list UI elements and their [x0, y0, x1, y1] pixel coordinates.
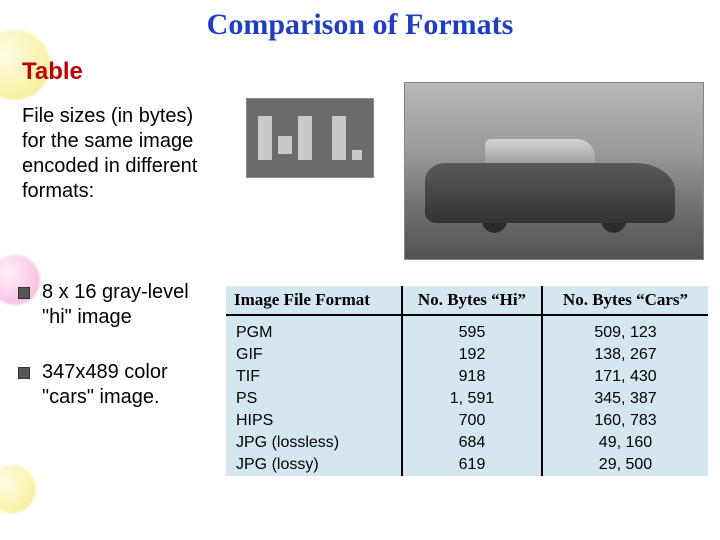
- cell-format: TIF: [226, 366, 402, 388]
- table-row: JPG (lossy) 619 29, 500: [226, 454, 708, 476]
- table-row: PGM 595 509, 123: [226, 315, 708, 344]
- intro-text: File sizes (in bytes) for the same image…: [22, 104, 222, 204]
- cell-hi: 1, 591: [402, 388, 542, 410]
- cell-format: PS: [226, 388, 402, 410]
- cell-cars: 345, 387: [542, 388, 708, 410]
- hi-image-thumbnail: [246, 98, 374, 178]
- formats-table: Image File Format No. Bytes “Hi” No. Byt…: [226, 286, 708, 476]
- cell-format: JPG (lossy): [226, 454, 402, 476]
- table-body: PGM 595 509, 123 GIF 192 138, 267 TIF 91…: [226, 315, 708, 476]
- cell-format: PGM: [226, 315, 402, 344]
- page-title: Comparison of Formats: [0, 8, 720, 42]
- hi-glyph: [258, 116, 362, 160]
- decoration-circle: [0, 465, 36, 513]
- cell-hi: 192: [402, 344, 542, 366]
- list-item: 8 x 16 gray‑level "hi" image: [14, 280, 224, 330]
- table-row: GIF 192 138, 267: [226, 344, 708, 366]
- cars-image-thumbnail: [404, 82, 704, 260]
- col-header-format: Image File Format: [226, 286, 402, 315]
- list-item-label: 8 x 16 gray‑level "hi" image: [42, 281, 189, 328]
- table-header-row: Image File Format No. Bytes “Hi” No. Byt…: [226, 286, 708, 315]
- cell-cars: 29, 500: [542, 454, 708, 476]
- list-item: 347x489 color "cars" image.: [14, 360, 224, 410]
- table-row: TIF 918 171, 430: [226, 366, 708, 388]
- cell-cars: 49, 160: [542, 432, 708, 454]
- table-row: JPG (lossless) 684 49, 160: [226, 432, 708, 454]
- table-row: PS 1, 591 345, 387: [226, 388, 708, 410]
- cell-hi: 918: [402, 366, 542, 388]
- col-header-cars: No. Bytes “Cars”: [542, 286, 708, 315]
- formats-table-container: Image File Format No. Bytes “Hi” No. Byt…: [226, 286, 708, 476]
- cell-cars: 160, 783: [542, 410, 708, 432]
- bullet-list: 8 x 16 gray‑level "hi" image 347x489 col…: [14, 280, 224, 440]
- cell-format: HIPS: [226, 410, 402, 432]
- cell-hi: 619: [402, 454, 542, 476]
- cell-hi: 684: [402, 432, 542, 454]
- bullet-icon: [18, 287, 30, 299]
- col-header-hi: No. Bytes “Hi”: [402, 286, 542, 315]
- cell-format: JPG (lossless): [226, 432, 402, 454]
- list-item-label: 347x489 color "cars" image.: [42, 361, 168, 408]
- cell-hi: 595: [402, 315, 542, 344]
- cell-hi: 700: [402, 410, 542, 432]
- cell-cars: 509, 123: [542, 315, 708, 344]
- cell-cars: 171, 430: [542, 366, 708, 388]
- table-row: HIPS 700 160, 783: [226, 410, 708, 432]
- bullet-icon: [18, 367, 30, 379]
- cell-cars: 138, 267: [542, 344, 708, 366]
- section-subtitle: Table: [22, 58, 83, 86]
- cell-format: GIF: [226, 344, 402, 366]
